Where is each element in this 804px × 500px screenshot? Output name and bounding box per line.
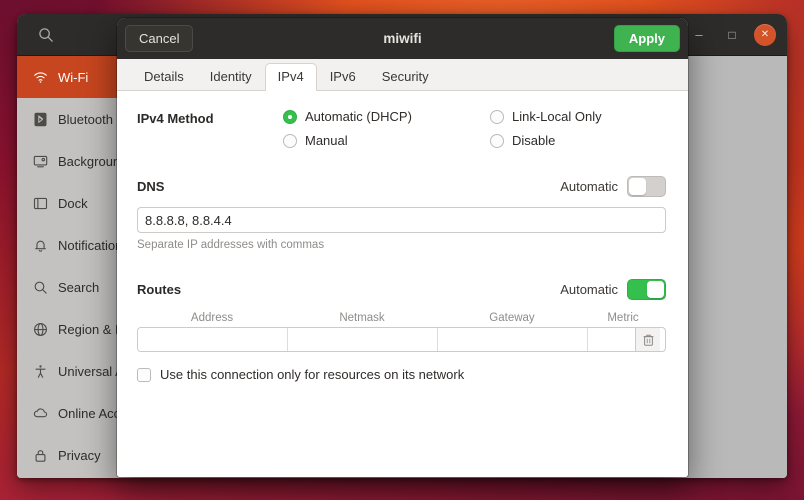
dns-hint: Separate IP addresses with commas (137, 239, 325, 251)
sidebar-item-notifications[interactable]: Notifications (17, 224, 132, 266)
maximize-button[interactable]: □ (721, 24, 743, 46)
sidebar-item-label: Bluetooth (58, 111, 113, 127)
sidebar-item-label: Search (58, 279, 100, 295)
dialog-tabs: Details Identity IPv4 IPv6 Security (117, 59, 688, 91)
radio-label: Manual (305, 133, 348, 148)
radio-label: Automatic (DHCP) (305, 109, 412, 124)
sidebar-item-online-accounts[interactable]: Online Accounts (17, 392, 132, 434)
routes-column-headers: Address Netmask Gateway Metric (137, 312, 666, 324)
radio-link-local-only[interactable]: Link-Local Only (490, 109, 666, 124)
wifi-settings-dialog: Cancel miwifi Apply Details Identity IPv4 I… (117, 18, 688, 477)
radio-indicator (490, 109, 504, 124)
route-metric-input[interactable] (588, 328, 636, 351)
dns-servers-input[interactable] (137, 207, 666, 233)
dns-section-header: DNS Automatic (137, 176, 666, 197)
toggle-knob (629, 178, 646, 195)
routes-column-gateway: Gateway (489, 312, 535, 324)
radio-label: Disable (512, 133, 556, 148)
sidebar-item-universal-access[interactable]: Universal Access (17, 350, 132, 392)
close-button[interactable]: ✕ (754, 23, 776, 46)
radio-label: Link-Local Only (512, 109, 602, 124)
sidebar-item-label: Wi-Fi (58, 69, 89, 85)
accessibility-icon (35, 364, 46, 378)
ipv4-method-section: IPv4 Method Automatic (DHCP) Link-Local … (137, 109, 666, 148)
dialog-title: miwifi (383, 31, 422, 46)
tab-ipv6[interactable]: IPv6 (317, 63, 369, 90)
settings-sidebar: Wi-Fi Bluetooth Background Dock Notification… (17, 56, 133, 478)
routes-column-address: Address (190, 312, 234, 324)
dialog-headerbar: Cancel miwifi Apply (117, 18, 688, 59)
sidebar-item-bluetooth[interactable]: Bluetooth (17, 98, 132, 140)
cancel-button[interactable]: Cancel (125, 25, 194, 52)
sidebar-item-region-language[interactable]: Region & Language (17, 308, 132, 350)
routes-table-row (137, 327, 666, 352)
radio-automatic-dhcp[interactable]: Automatic (DHCP) (283, 109, 490, 124)
tab-security[interactable]: Security (369, 63, 442, 90)
route-gateway-input[interactable] (438, 328, 588, 351)
minimize-button[interactable]: – (688, 24, 710, 46)
radio-disable[interactable]: Disable (490, 133, 666, 148)
sidebar-item-privacy[interactable]: Privacy (17, 434, 132, 476)
routes-column-metric: Metric (607, 312, 639, 324)
toggle-knob (647, 281, 664, 298)
sidebar-item-label: Privacy (58, 447, 101, 463)
routes-column-netmask: Netmask (339, 312, 385, 324)
radio-indicator (283, 133, 297, 148)
radio-indicator (283, 109, 297, 124)
window-controls: – □ ✕ (688, 14, 776, 55)
sidebar-item-wi-fi[interactable]: Wi-Fi (17, 56, 132, 98)
restrict-connection-label: Use this connection only for resources o… (160, 367, 465, 382)
ipv4-method-label: IPv4 Method (137, 111, 214, 126)
dns-automatic-label: Automatic (560, 179, 618, 194)
sidebar-item-search[interactable]: Search (17, 266, 132, 308)
sidebar-item-dock[interactable]: Dock (17, 182, 132, 224)
apply-button[interactable]: Apply (613, 25, 680, 52)
route-netmask-input[interactable] (288, 328, 438, 351)
dns-automatic-toggle[interactable] (627, 176, 666, 197)
globe-icon (34, 322, 47, 336)
route-delete-button[interactable] (636, 328, 660, 351)
lock-icon (35, 449, 46, 462)
sidebar-item-label: Dock (58, 195, 88, 211)
sidebar-item-sharing[interactable]: Sharing (17, 476, 132, 478)
tab-identity[interactable]: Identity (197, 63, 265, 90)
routes-automatic-label: Automatic (560, 282, 618, 297)
bluetooth-icon (34, 112, 47, 126)
trash-icon (643, 334, 653, 346)
restrict-connection-checkbox[interactable] (137, 367, 151, 382)
dock-icon (33, 197, 48, 209)
route-address-input[interactable] (138, 328, 288, 351)
routes-automatic-toggle[interactable] (627, 279, 666, 300)
wifi-icon (34, 71, 47, 83)
ipv4-tab-panel: IPv4 Method Automatic (DHCP) Link-Local … (117, 91, 688, 477)
ipv4-method-options: Automatic (DHCP) Link-Local Only Manual … (283, 109, 666, 148)
bell-icon (35, 240, 46, 252)
sidebar-item-background[interactable]: Background (17, 140, 132, 182)
routes-section-header: Routes Automatic (137, 279, 666, 300)
tab-ipv4[interactable]: IPv4 (264, 63, 317, 91)
search-icon (34, 281, 47, 294)
radio-manual[interactable]: Manual (283, 133, 490, 148)
tab-details[interactable]: Details (131, 63, 197, 90)
desktop-wallpaper: S Wi-Fi ⋮ – □ ✕ Wi-FiBluetoothBackground… (0, 0, 804, 500)
dns-label: DNS (137, 179, 165, 194)
background-icon (33, 155, 48, 167)
cloud-icon (33, 407, 48, 417)
restrict-connection-checkbox-row[interactable]: Use this connection only for resources o… (137, 367, 666, 382)
radio-indicator (490, 133, 504, 148)
routes-label: Routes (137, 282, 182, 297)
